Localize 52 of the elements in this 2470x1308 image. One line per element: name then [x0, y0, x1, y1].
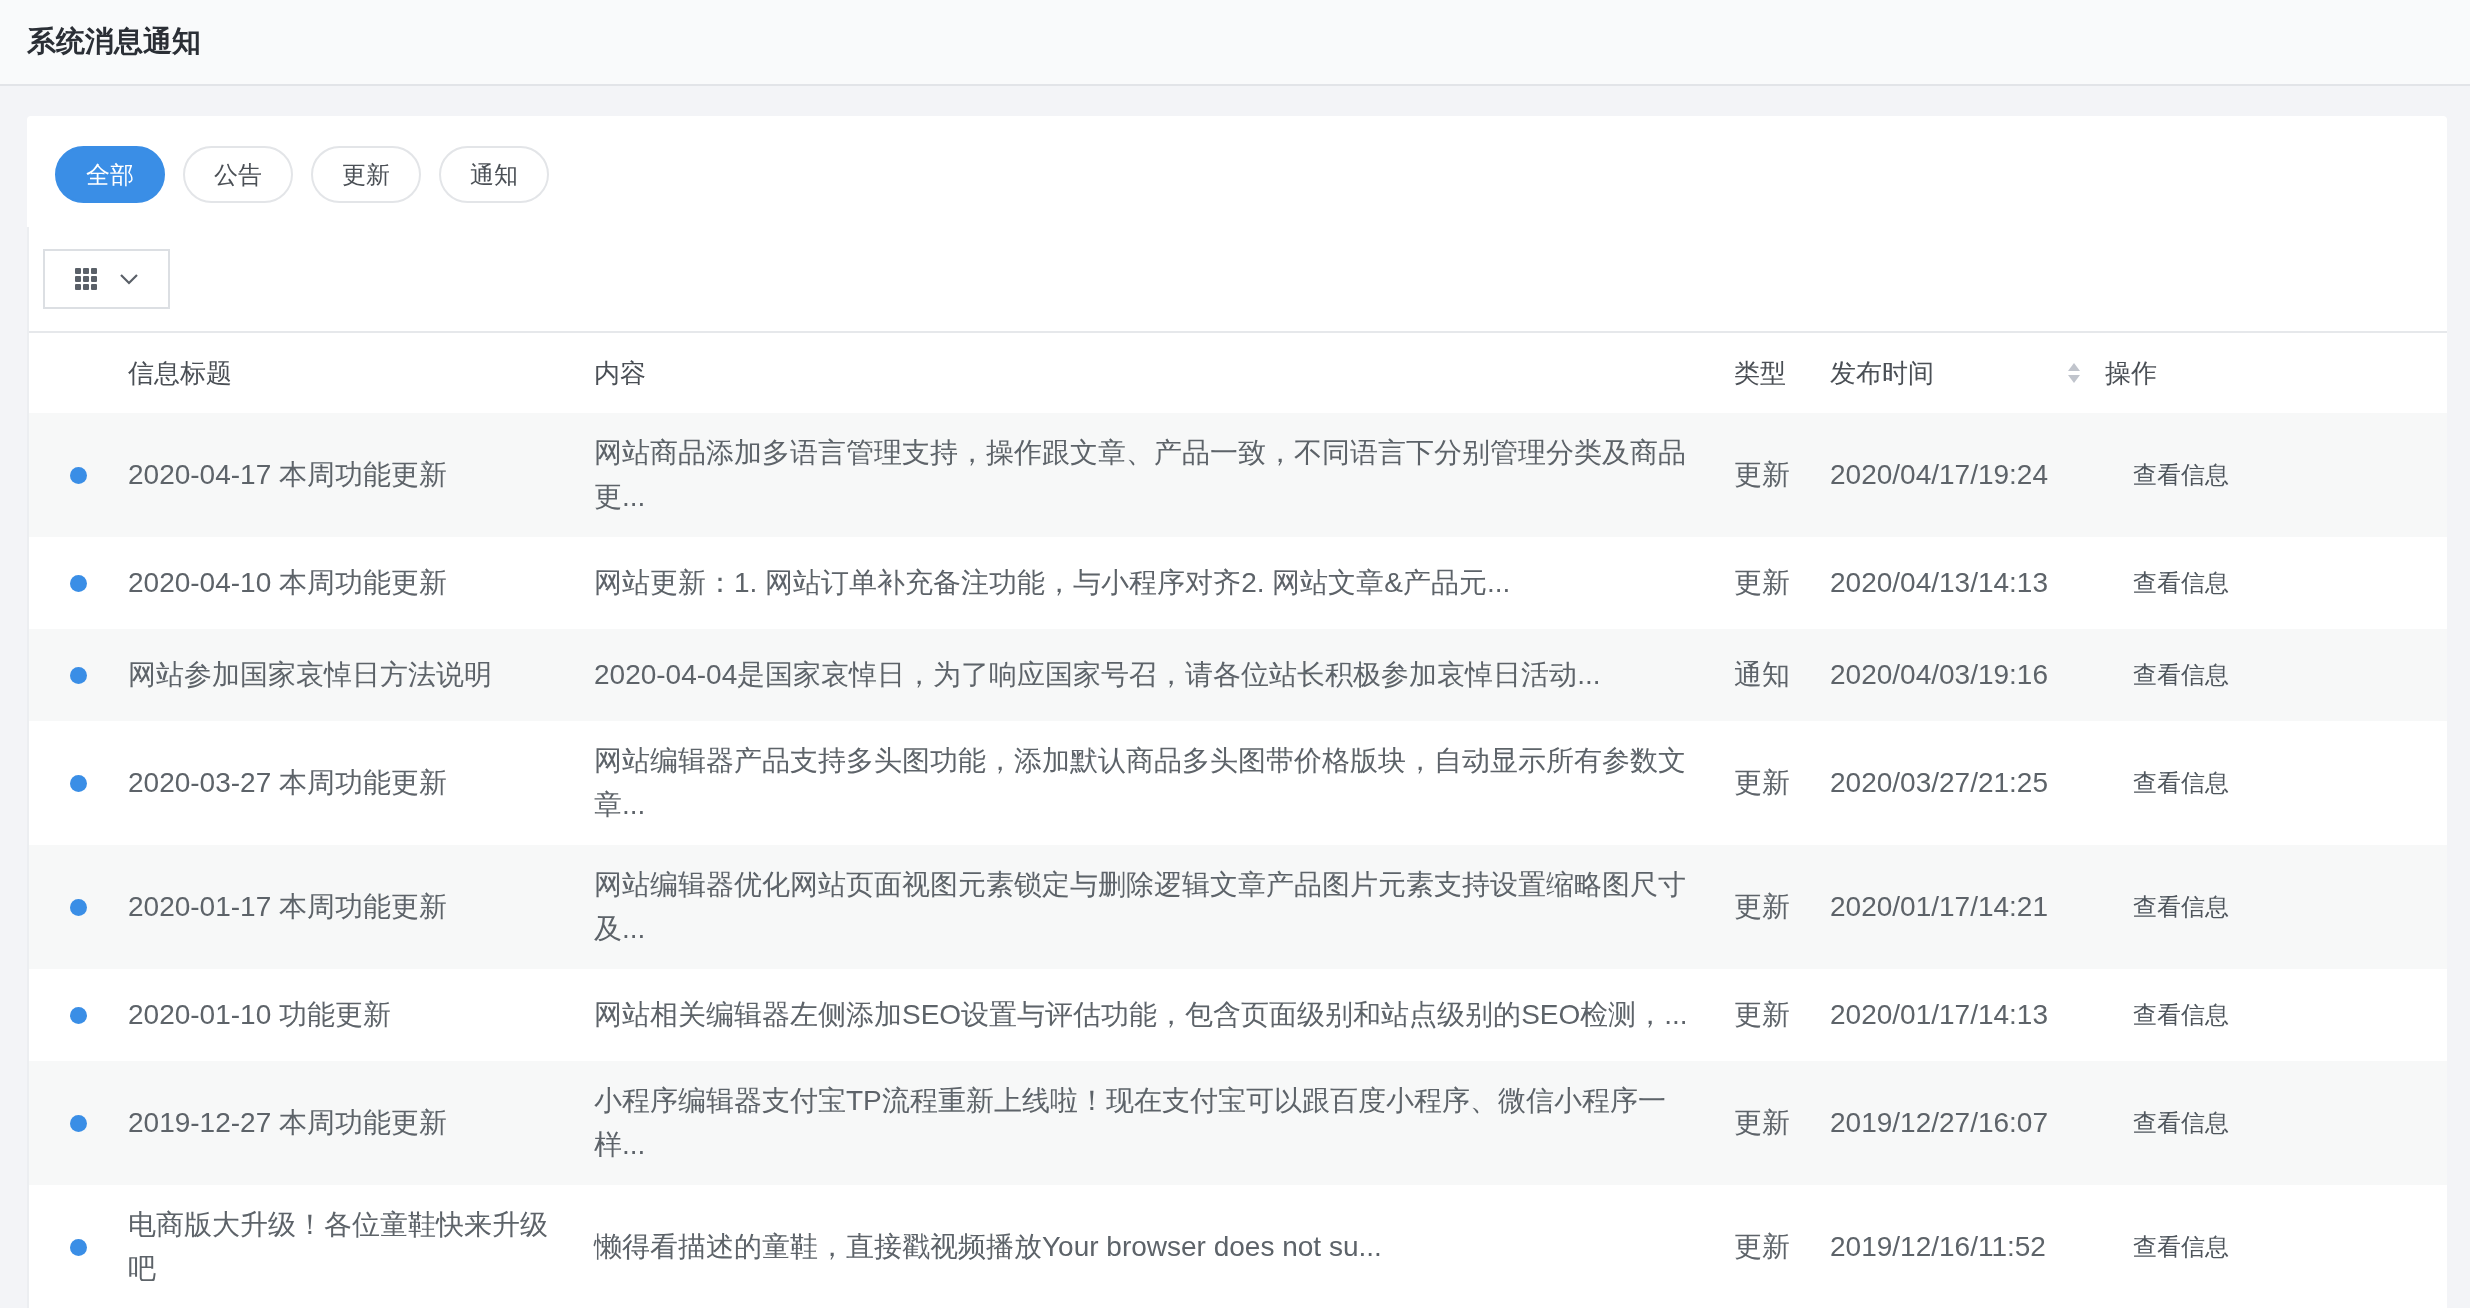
table-cell-text: 网站编辑器优化网站页面视图元素锁定与删除逻辑文章产品图片元素支持设置缩略图尺寸及...: [594, 868, 1687, 946]
table-cell-text: 网站商品添加多语言管理支持，操作跟文章、产品一致，不同语言下分别管理分类及商品更...: [594, 436, 1687, 514]
table-cell-text: 2020/03/27/21:25: [1830, 766, 2048, 800]
table-cell-text: 网站更新：1. 网站订单补充备注功能，与小程序对齐2. 网站文章&产品元...: [594, 566, 1511, 600]
column-header: 发布时间: [1830, 356, 1934, 390]
table-cell-text: 更新: [1734, 1230, 1790, 1264]
table-cell-text: 2020/04/13/14:13: [1830, 566, 2048, 600]
view-link[interactable]: 查看信息: [2133, 993, 2229, 1037]
table-cell-text: 网站相关编辑器左侧添加SEO设置与评估功能，包含页面级别和站点级别的SEO检测，...: [594, 998, 1688, 1032]
table-cell-text: 网站编辑器产品支持多头图功能，添加默认商品多头图带价格版块，自动显示所有参数文章...: [594, 744, 1687, 822]
column-header: 操作: [2105, 356, 2157, 390]
view-link[interactable]: 查看信息: [2133, 653, 2229, 697]
view-link[interactable]: 查看信息: [2133, 1225, 2229, 1269]
view-link[interactable]: 查看信息: [2133, 453, 2229, 497]
view-link[interactable]: 查看信息: [2133, 561, 2229, 605]
table-cell-text: 小程序编辑器支付宝TP流程重新上线啦！现在支付宝可以跟百度小程序、微信小程序一样...: [594, 1084, 1667, 1162]
table-cell-text: 更新: [1734, 566, 1790, 600]
table-cell-text: 更新: [1734, 890, 1790, 924]
table-cell-text: 2020/01/17/14:13: [1830, 998, 2048, 1032]
table-cell-text: 更新: [1734, 458, 1790, 492]
view-link[interactable]: 查看信息: [2133, 885, 2229, 929]
table-cell-text: 2020-04-04是国家哀悼日，为了响应国家号召，请各位站长积极参加哀悼日活动...: [594, 658, 1601, 692]
table-cell-text: 2020-01-17 本周功能更新: [128, 890, 447, 924]
table-cell-text: 2019-12-27 本周功能更新: [128, 1106, 447, 1140]
chevron-down-icon: [118, 273, 139, 285]
table-cell-text: 更新: [1734, 766, 1790, 800]
table-cell-text: 2020-03-27 本周功能更新: [128, 766, 447, 800]
column-header: 信息标题: [128, 356, 232, 390]
table-cell-text: 2019/12/16/11:52: [1830, 1230, 2046, 1264]
table-cell-text: 网站参加国家哀悼日方法说明: [128, 658, 492, 692]
table-cell-text: 更新: [1734, 1106, 1790, 1140]
filter-tab[interactable]: 更新: [311, 146, 421, 203]
table-cell-text: 懒得看描述的童鞋，直接戳视频播放Your browser does not su...: [594, 1230, 1382, 1264]
table-cell-text: 2020-01-10 功能更新: [128, 998, 391, 1032]
view-link[interactable]: 查看信息: [2133, 761, 2229, 805]
filter-tab[interactable]: 公告: [183, 146, 293, 203]
page-title: 系统消息通知: [27, 23, 201, 60]
table-cell-text: 2020-04-10 本周功能更新: [128, 566, 447, 600]
column-header: 内容: [594, 356, 646, 390]
table-cell-text: 2020-04-17 本周功能更新: [128, 458, 447, 492]
table-cell-text: 2020/01/17/14:21: [1830, 890, 2048, 924]
column-header: 类型: [1734, 356, 1786, 390]
view-link[interactable]: 查看信息: [2133, 1101, 2229, 1145]
filter-tab[interactable]: 通知: [439, 146, 549, 203]
table-cell-text: 通知: [1734, 658, 1790, 692]
table-cell-text: 2020/04/03/19:16: [1830, 658, 2048, 692]
table-cell-text: 电商版大升级！各位童鞋快来升级吧: [128, 1208, 549, 1286]
column-settings-button[interactable]: [43, 249, 170, 309]
table-cell-text: 2020/04/17/19:24: [1830, 458, 2048, 492]
table-cell-text: 2019/12/27/16:07: [1830, 1106, 2048, 1140]
grid-icon: [74, 268, 97, 290]
table-cell-text: 更新: [1734, 998, 1790, 1032]
